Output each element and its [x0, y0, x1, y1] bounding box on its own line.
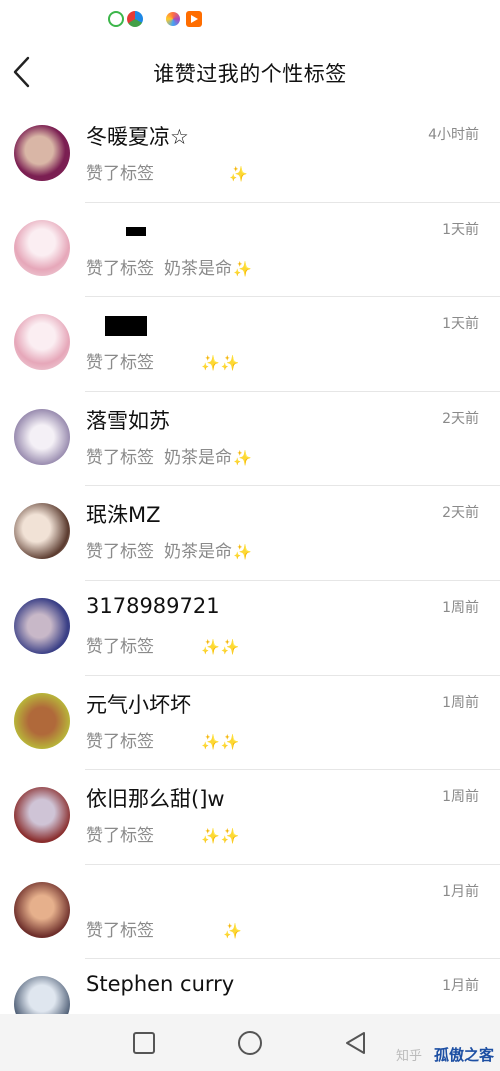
avatar[interactable] — [14, 787, 70, 844]
list-item[interactable]: 1天前 赞了标签 奶茶是命✨ — [0, 203, 500, 298]
timestamp: 1周前 — [442, 694, 479, 711]
avatar[interactable] — [14, 503, 70, 560]
timestamp: 1周前 — [442, 599, 479, 616]
timestamp: 4小时前 — [428, 127, 479, 143]
avatar[interactable] — [14, 125, 70, 181]
like-prefix: 赞了标签 — [86, 920, 154, 941]
back-triangle-icon[interactable] — [343, 1030, 369, 1056]
timestamp: 1月前 — [442, 978, 479, 995]
app-notification-icon — [166, 12, 180, 26]
like-prefix: 赞了标签 — [86, 731, 154, 752]
status-bar — [0, 0, 500, 40]
list-item[interactable]: 冬暖夏凉☆ 4小时前 赞了标签 ✨ — [0, 108, 500, 203]
watermark-faint: 知乎 — [395, 1049, 422, 1064]
avatar[interactable] — [14, 408, 70, 465]
like-prefix: 赞了标签 — [86, 353, 154, 374]
watermark: 孤傲之客 — [433, 1046, 494, 1064]
avatar[interactable] — [14, 597, 70, 654]
like-line: 赞了标签 奶茶是命✨ — [86, 254, 252, 279]
user-name: Stephen curry — [86, 972, 235, 997]
header: 谁赞过我的个性标签 — [0, 40, 500, 108]
like-line: 赞了标签 ✨✨ — [86, 632, 239, 657]
list-item[interactable]: 依旧那么甜(]w 1周前 赞了标签 ✨✨ — [0, 770, 500, 865]
sparkle-icon: ✨ — [223, 921, 242, 940]
user-name: 冬暖夏凉☆ — [86, 125, 189, 149]
list-item[interactable]: 元气小坏坏 1周前 赞了标签 ✨✨ — [0, 676, 500, 771]
liker-list: 冬暖夏凉☆ 4小时前 赞了标签 ✨ 1天前 赞了标签 奶茶是命✨ 1天前 赞了标签 ✨… — [0, 108, 500, 1014]
timestamp: 2天前 — [442, 505, 479, 522]
avatar[interactable] — [14, 976, 70, 1014]
like-line: 赞了标签 奶茶是命✨ — [86, 537, 252, 562]
avatar[interactable] — [14, 219, 70, 276]
like-prefix: 赞了标签 — [86, 542, 154, 563]
tag-name: 奶茶是命 — [164, 447, 232, 468]
list-item[interactable]: 落雪如苏 2天前 赞了标签 奶茶是命✨ — [0, 392, 500, 487]
user-name: 落雪如苏 — [86, 408, 170, 433]
like-line: 赞了标签 ✨ — [86, 159, 248, 184]
like-line: 赞了标签 ✨✨ — [86, 821, 239, 846]
timestamp: 1月前 — [442, 883, 479, 900]
avatar[interactable] — [14, 881, 70, 938]
timestamp: 1天前 — [442, 316, 479, 333]
list-item[interactable]: 珉洙MZ 2天前 赞了标签 奶茶是命✨ — [0, 486, 500, 581]
list-item[interactable]: 1月前 赞了标签 ✨ — [0, 865, 500, 960]
user-name: 元气小坏坏 — [86, 692, 191, 717]
avatar[interactable] — [14, 314, 70, 371]
sparkle-icon: ✨ — [201, 637, 220, 656]
tag-name: 奶茶是命 — [164, 542, 232, 563]
like-prefix: 赞了标签 — [86, 636, 154, 657]
sparkle-icon: ✨ — [220, 732, 240, 751]
like-line: 赞了标签 ✨✨ — [86, 727, 239, 752]
sparkle-icon: ✨ — [201, 354, 220, 373]
user-name: 3178989721 — [86, 593, 220, 618]
recent-apps-square-icon[interactable] — [131, 1030, 157, 1056]
sparkle-icon: ✨ — [233, 543, 252, 562]
like-prefix: 赞了标签 — [86, 447, 154, 468]
list-item[interactable]: 1天前 赞了标签 ✨✨ — [0, 297, 500, 392]
user-name: 依旧那么甜(]w — [86, 787, 225, 812]
sparkle-icon: ✨ — [220, 827, 240, 846]
app-notification-icon — [108, 11, 124, 27]
redaction-block — [126, 226, 146, 236]
sparkle-icon: ✨ — [233, 448, 252, 467]
navigation-bar: 知乎 孤傲之客 — [0, 1014, 500, 1071]
sparkle-icon: ✨ — [201, 732, 220, 751]
timestamp: 1天前 — [442, 221, 479, 238]
sparkle-icon: ✨ — [201, 827, 220, 846]
sparkle-icon: ✨ — [220, 637, 240, 656]
like-prefix: 赞了标签 — [86, 164, 154, 184]
app-notification-icon — [127, 11, 143, 27]
like-prefix: 赞了标签 — [86, 826, 154, 847]
user-name: 珉洙MZ — [86, 503, 161, 528]
like-prefix: 赞了标签 — [86, 258, 154, 279]
timestamp: 1周前 — [442, 789, 479, 806]
home-circle-icon[interactable] — [237, 1030, 263, 1056]
sparkle-icon: ✨ — [229, 165, 248, 183]
page-title: 谁赞过我的个性标签 — [153, 62, 347, 86]
video-app-icon — [186, 11, 202, 27]
avatar[interactable] — [14, 692, 70, 749]
list-item[interactable]: Stephen curry 1月前 赞了标签 — [0, 959, 500, 1014]
timestamp: 2天前 — [442, 410, 479, 427]
redaction-block — [105, 316, 147, 337]
sparkle-icon: ✨ — [220, 354, 240, 373]
like-line: 赞了标签 奶茶是命✨ — [86, 443, 252, 468]
tag-name: 奶茶是命 — [164, 258, 232, 279]
like-line: 赞了标签 ✨ — [86, 916, 242, 941]
like-line: 赞了标签 ✨✨ — [86, 348, 239, 373]
list-item[interactable]: 3178989721 1周前 赞了标签 ✨✨ — [0, 581, 500, 676]
sparkle-icon: ✨ — [233, 259, 252, 278]
